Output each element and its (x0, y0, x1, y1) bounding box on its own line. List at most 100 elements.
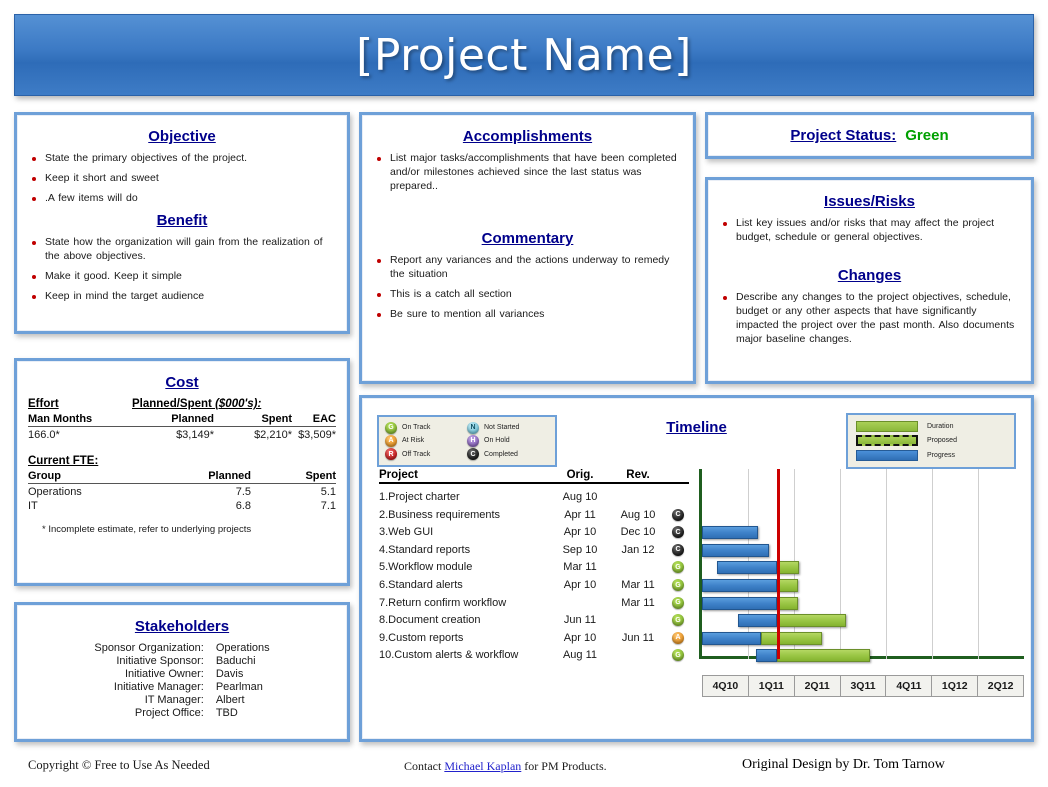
status-badge-icon: G (672, 561, 684, 574)
commentary-heading: Commentary (481, 229, 574, 247)
col-spent: Spent (214, 412, 292, 427)
header-banner: [Project Name] (14, 14, 1034, 96)
task-status-cell: G (667, 614, 689, 627)
timeline-panel: G On Track A At Risk R Off Track N Not S… (359, 395, 1034, 742)
legend-label: Off Track (402, 450, 431, 458)
task-status-cell: C (667, 526, 689, 539)
gantt-bar-duration (776, 561, 799, 575)
status-badge: Green (905, 127, 949, 144)
gantt-bar-progress (702, 543, 769, 557)
gantt-bar-duration (760, 631, 822, 645)
cost-subheaders: Effort Planned/Spent ($000's): (28, 398, 336, 410)
status-badge-icon: A (672, 631, 684, 644)
task-orig-date: Mar 11 (563, 561, 597, 574)
accomplishments-heading: Accomplishments (462, 128, 593, 145)
table-row: Sponsor Organization: Operations (94, 642, 269, 655)
gantt-plot-area (699, 469, 1024, 663)
table-row: IT 6.8 7.1 (28, 498, 336, 512)
task-rev-date: Mar 11 (621, 579, 655, 591)
table-row: 166.0* $3,149* $2,210* $3,509* (28, 427, 336, 441)
task-status-cell: G (667, 649, 689, 662)
legend-item: R Off Track (385, 448, 467, 461)
table-row: Initiative Manager: Pearlman (94, 681, 269, 694)
gantt-bar-progress (717, 561, 777, 575)
legend-item: Duration (856, 420, 1006, 432)
col-eac: EAC (292, 412, 336, 427)
col-project: Project (379, 469, 418, 481)
stakeholders-table: Sponsor Organization: Operations Initiat… (94, 642, 269, 720)
task-status-cell: C (667, 543, 689, 556)
list-item: List key issues and/or risks that may af… (719, 217, 1020, 245)
legend-item: Progress (856, 450, 1006, 462)
quarter-axis: 4Q10 1Q11 2Q11 3Q11 4Q11 1Q12 2Q12 (702, 675, 1025, 697)
list-item: Keep it short and sweet (28, 172, 336, 186)
col-group: Group (28, 469, 156, 484)
table-header-row: Group Planned Spent (28, 469, 336, 484)
cell-man-months: 166.0* (28, 429, 60, 441)
table-row: IT Manager: Albert (94, 694, 269, 707)
quarter-label: 4Q11 (885, 675, 933, 697)
quarter-label: 1Q11 (747, 675, 795, 697)
cell-fte-planned: 7.5 (235, 486, 252, 498)
quarter-label: 4Q10 (702, 675, 749, 697)
task-orig-date: Aug 11 (562, 649, 598, 662)
gantt-bar-progress (702, 579, 777, 592)
commentary-list: Report any variances and the actions und… (373, 254, 682, 322)
fte-table: Group Planned Spent Operations 7.5 5.1 I… (28, 469, 336, 512)
task-orig-date: Sep 10 (562, 543, 598, 556)
changes-list: Describe any changes to the project obje… (719, 291, 1020, 347)
stakeholder-value: TBD (215, 707, 238, 719)
gantt-bar-progress (702, 596, 777, 610)
quarter-label: 3Q11 (839, 675, 887, 697)
legend-label: Duration (927, 422, 954, 430)
gantt-chart: 4Q10 1Q11 2Q11 3Q11 4Q11 1Q12 2Q12 (699, 469, 1025, 697)
copyright-text: Copyright © Free to Use As Needed (28, 758, 210, 772)
list-item: Keep in mind the target audience (28, 290, 336, 304)
task-rev-date: Jan 12 (621, 543, 655, 556)
cell-fte-planned: 6.8 (235, 500, 252, 512)
contact-link[interactable]: Michael Kaplan (444, 759, 521, 773)
cell-group: Operations (28, 486, 82, 498)
status-badge-icon: G (672, 649, 684, 662)
task-name: 1.Project charter (379, 491, 460, 503)
stakeholder-key: Initiative Sponsor: (116, 655, 204, 667)
legend-label: At Risk (402, 437, 425, 445)
cell-group: IT (28, 500, 38, 512)
task-row: 3.Web GUI Apr 10 Dec 10 C (379, 524, 689, 540)
legend-label: Progress (927, 452, 956, 460)
status-badge-icon: C (672, 543, 684, 556)
task-row: 5.Workflow module Mar 11 G (379, 559, 689, 575)
col-rev: Rev. (626, 469, 650, 481)
gridline (886, 469, 887, 659)
off-track-icon: R (385, 448, 397, 461)
page-title: [Project Name] (356, 29, 692, 81)
project-status-panel: Project Status: Green (705, 112, 1034, 159)
on-hold-icon: H (467, 434, 479, 447)
duration-swatch-icon (856, 420, 918, 432)
stakeholders-panel: Stakeholders Sponsor Organization: Opera… (14, 602, 350, 742)
gantt-bar-progress (702, 526, 759, 540)
at-risk-icon: A (385, 434, 397, 447)
task-table-header: Project Orig. Rev. (379, 469, 689, 484)
task-status-cell: C (667, 508, 689, 521)
cost-panel: Cost Effort Planned/Spent ($000's): Man … (14, 358, 350, 586)
today-marker-line (776, 469, 780, 659)
stakeholder-value: Davis (215, 668, 244, 680)
objective-list: State the primary objectives of the proj… (28, 152, 336, 206)
task-name: 10.Custom alerts & workflow (379, 649, 519, 662)
contact-text: Contact Michael Kaplan for PM Products. (404, 759, 607, 774)
task-status-cell: G (667, 596, 689, 609)
task-name: 6.Standard alerts (379, 579, 463, 591)
benefit-heading: Benefit (156, 211, 208, 229)
task-row: 4.Standard reports Sep 10 Jan 12 C (379, 542, 689, 558)
cost-heading: Cost (165, 374, 199, 391)
cell-fte-spent: 5.1 (320, 486, 336, 498)
completed-icon: C (467, 448, 479, 461)
cost-footnote: * Incomplete estimate, refer to underlyi… (42, 524, 252, 535)
col-fte-planned: Planned (155, 469, 252, 484)
cell-planned: $3,149* (176, 429, 214, 441)
task-row: 8.Document creation Jun 11 G (379, 612, 689, 628)
list-item: Report any variances and the actions und… (373, 254, 682, 282)
col-fte-spent: Spent (251, 469, 336, 484)
bar-legend: Duration Proposed Progress (846, 413, 1016, 469)
